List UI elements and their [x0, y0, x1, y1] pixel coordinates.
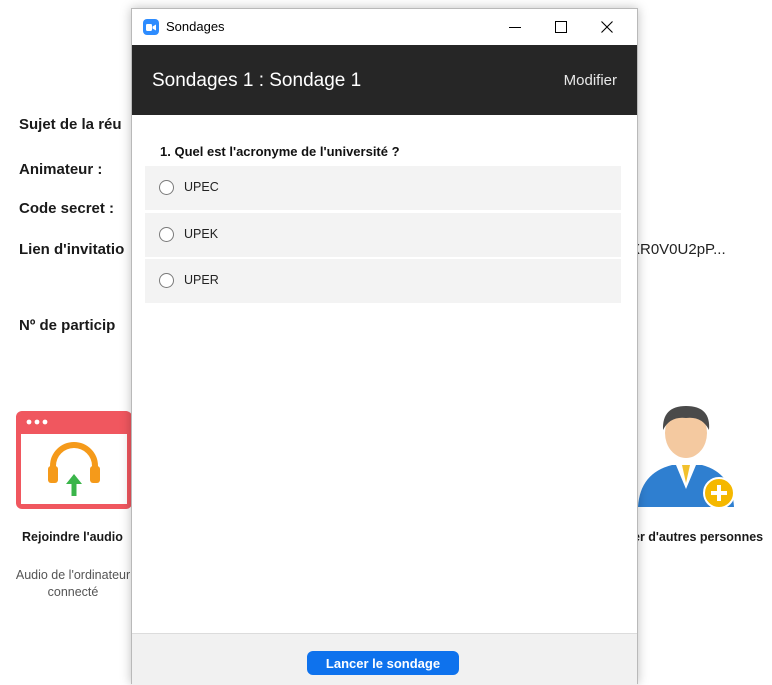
- poll-question: 1. Quel est l'acronyme de l'université ?: [160, 144, 400, 159]
- join-audio-button[interactable]: [15, 410, 133, 510]
- audio-status-line2: connecté: [47, 585, 99, 599]
- minimize-button[interactable]: [492, 9, 538, 45]
- poll-option[interactable]: UPEC: [145, 166, 621, 210]
- invite-label: er d'autres personnes: [633, 530, 764, 544]
- poll-option-label: UPEC: [184, 180, 219, 194]
- radio-button[interactable]: [159, 180, 174, 195]
- audio-status-line1: Audio de l'ordinateur: [15, 568, 131, 582]
- invite-link-value[interactable]: XR0V0U2pP...: [630, 241, 726, 258]
- join-audio-label: Rejoindre l'audio: [22, 530, 123, 544]
- participant-id-label: Nº de particip: [19, 317, 116, 334]
- radio-button[interactable]: [159, 227, 174, 242]
- poll-option-label: UPER: [184, 273, 219, 287]
- dialog-footer: Lancer le sondage: [132, 633, 637, 685]
- close-icon: [601, 21, 613, 33]
- meeting-subject-label: Sujet de la réu: [19, 116, 122, 133]
- maximize-button[interactable]: [538, 9, 584, 45]
- invite-link-label: Lien d'invitatio: [19, 241, 125, 258]
- poll-header: Sondages 1 : Sondage 1 Modifier: [132, 45, 637, 115]
- poll-option-label: UPEK: [184, 227, 219, 241]
- passcode-label: Code secret :: [19, 200, 115, 217]
- host-label: Animateur :: [19, 161, 103, 178]
- edit-poll-link[interactable]: Modifier: [564, 72, 617, 89]
- invite-button[interactable]: [632, 403, 742, 523]
- add-person-icon: [638, 406, 735, 509]
- launch-poll-button[interactable]: Lancer le sondage: [307, 651, 459, 675]
- minimize-icon: [509, 27, 521, 28]
- poll-dialog: Sondages Sondages 1 : Sondage 1 Modifier…: [131, 8, 638, 685]
- poll-option[interactable]: UPEK: [145, 213, 621, 257]
- title-bar: Sondages: [132, 9, 637, 45]
- poll-title: Sondages 1 : Sondage 1: [152, 70, 362, 91]
- headphones-icon: [16, 411, 132, 509]
- poll-option[interactable]: UPER: [145, 259, 621, 303]
- close-button[interactable]: [584, 9, 630, 45]
- window-title: Sondages: [166, 19, 225, 34]
- radio-button[interactable]: [159, 273, 174, 288]
- maximize-icon: [555, 21, 567, 33]
- zoom-camera-icon: [143, 19, 159, 35]
- audio-status: Audio de l'ordinateur connecté: [3, 567, 143, 601]
